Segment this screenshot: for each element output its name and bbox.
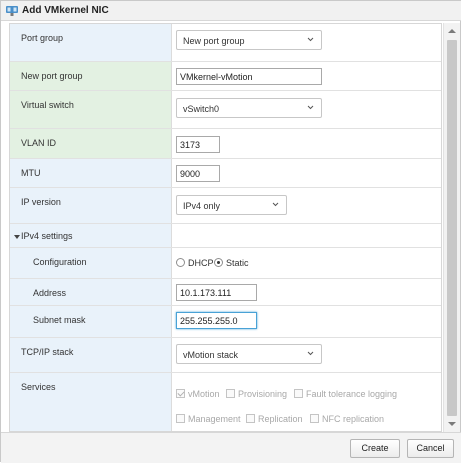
cancel-button[interactable]: Cancel bbox=[407, 439, 454, 458]
chevron-down-icon bbox=[307, 105, 314, 110]
row-subnet-mask: Subnet mask bbox=[10, 306, 441, 338]
address-input[interactable] bbox=[176, 284, 257, 301]
dialog-footer: Create Cancel bbox=[1, 432, 461, 463]
vmkernel-nic-icon bbox=[6, 6, 18, 16]
management-label: Management bbox=[188, 414, 241, 424]
row-ip-version: IP version IPv4 only bbox=[10, 188, 441, 224]
row-tcpip-stack: TCP/IP stack vMotion stack bbox=[10, 338, 441, 373]
row-new-port-group: New port group bbox=[10, 62, 441, 91]
vmkernel-form: Port group New port group New port group… bbox=[9, 23, 442, 432]
dhcp-radio[interactable] bbox=[176, 258, 185, 267]
port-group-label: Port group bbox=[21, 33, 64, 43]
services-label: Services bbox=[21, 382, 56, 392]
fault-tolerance-logging-label: Fault tolerance logging bbox=[306, 389, 398, 399]
row-virtual-switch: Virtual switch vSwitch0 bbox=[10, 91, 441, 129]
tcpip-stack-value: vMotion stack bbox=[183, 350, 239, 360]
virtual-switch-select[interactable]: vSwitch0 bbox=[176, 98, 322, 118]
ipv4-settings-label[interactable]: IPv4 settings bbox=[21, 231, 73, 241]
nfc-replication-checkbox[interactable] bbox=[310, 414, 319, 423]
virtual-switch-value: vSwitch0 bbox=[183, 104, 220, 114]
new-port-group-label: New port group bbox=[21, 71, 83, 81]
provisioning-label: Provisioning bbox=[238, 389, 288, 399]
dhcp-label[interactable]: DHCP bbox=[188, 258, 214, 268]
configuration-label: Configuration bbox=[33, 257, 87, 267]
vmotion-checkbox[interactable] bbox=[176, 389, 185, 398]
fault-tolerance-logging-checkbox[interactable] bbox=[294, 389, 303, 398]
create-button[interactable]: Create bbox=[350, 439, 400, 458]
ip-version-select[interactable]: IPv4 only bbox=[176, 195, 287, 215]
management-checkbox[interactable] bbox=[176, 414, 185, 423]
scrollbar-thumb[interactable] bbox=[447, 40, 457, 416]
chevron-down-icon bbox=[307, 351, 314, 356]
address-label: Address bbox=[33, 288, 67, 298]
ip-version-label: IP version bbox=[21, 197, 61, 207]
dialog-title: Add VMkernel NIC bbox=[22, 5, 109, 16]
provisioning-checkbox[interactable] bbox=[226, 389, 235, 398]
vlan-id-input[interactable] bbox=[176, 136, 220, 153]
replication-label: Replication bbox=[258, 414, 303, 424]
row-services: Services vMotion Provisioning Fault tole… bbox=[10, 373, 441, 431]
row-address: Address bbox=[10, 279, 441, 306]
row-vlan-id: VLAN ID bbox=[10, 129, 441, 159]
row-ipv4-settings[interactable]: IPv4 settings bbox=[10, 224, 441, 248]
tcpip-stack-select[interactable]: vMotion stack bbox=[176, 344, 322, 364]
vlan-id-label: VLAN ID bbox=[21, 138, 57, 148]
nfc-replication-label: NFC replication bbox=[322, 414, 385, 424]
form-scrollbar[interactable] bbox=[443, 23, 460, 432]
new-port-group-input[interactable] bbox=[176, 68, 322, 85]
scroll-up-arrow-icon[interactable] bbox=[448, 29, 456, 33]
virtual-switch-label: Virtual switch bbox=[21, 100, 74, 110]
row-port-group: Port group New port group bbox=[10, 24, 441, 62]
replication-checkbox[interactable] bbox=[246, 414, 255, 423]
chevron-down-icon bbox=[307, 37, 314, 42]
scroll-down-arrow-icon[interactable] bbox=[448, 422, 456, 426]
add-vmkernel-nic-dialog: Add VMkernel NIC Port group New port gro… bbox=[0, 0, 461, 463]
mtu-input[interactable] bbox=[176, 165, 220, 182]
static-label[interactable]: Static bbox=[226, 258, 249, 268]
static-radio[interactable] bbox=[214, 258, 223, 267]
expand-triangle-icon[interactable] bbox=[14, 235, 20, 239]
subnet-mask-input[interactable] bbox=[176, 312, 257, 329]
dialog-titlebar: Add VMkernel NIC bbox=[1, 1, 461, 21]
row-configuration: Configuration DHCP Static bbox=[10, 248, 441, 279]
chevron-down-icon bbox=[272, 202, 279, 207]
row-mtu: MTU bbox=[10, 159, 441, 188]
tcpip-stack-label: TCP/IP stack bbox=[21, 347, 74, 357]
mtu-label: MTU bbox=[21, 168, 41, 178]
port-group-value: New port group bbox=[183, 36, 245, 46]
ip-version-value: IPv4 only bbox=[183, 201, 221, 211]
vmotion-label: vMotion bbox=[188, 389, 220, 399]
subnet-mask-label: Subnet mask bbox=[33, 315, 86, 325]
port-group-select[interactable]: New port group bbox=[176, 30, 322, 50]
